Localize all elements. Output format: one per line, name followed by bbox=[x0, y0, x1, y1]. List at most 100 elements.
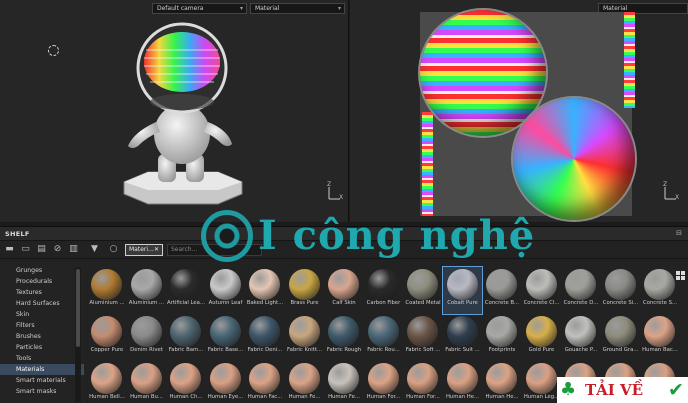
filter-tab-materials[interactable]: Materi... ✕ bbox=[125, 244, 163, 256]
material-label: Fabric Soft ... bbox=[405, 347, 441, 353]
material-tile[interactable]: Human He... bbox=[482, 361, 521, 403]
material-tile[interactable]: Human Bu... bbox=[127, 361, 166, 403]
category-item[interactable]: Particles bbox=[0, 342, 84, 353]
download-badge[interactable]: ♣ TẢI VỀ ✔ bbox=[557, 377, 688, 403]
material-tile[interactable]: Human Bell... bbox=[87, 361, 126, 403]
material-tile[interactable]: Concrete D... bbox=[561, 267, 600, 314]
material-tile[interactable]: Coated Metal bbox=[403, 267, 442, 314]
material-preview-sphere bbox=[525, 269, 557, 300]
close-icon[interactable]: ✕ bbox=[154, 245, 159, 255]
preview-sphere-icon[interactable]: ○ bbox=[108, 244, 119, 255]
viewport-2d[interactable]: Material Z X bbox=[350, 0, 688, 222]
material-tile[interactable]: Fabric Bam... bbox=[166, 314, 205, 361]
category-item[interactable]: Filters bbox=[0, 320, 84, 331]
material-tile[interactable]: Carbon Fiber bbox=[364, 267, 403, 314]
material-tile[interactable]: Human Eye... bbox=[206, 361, 245, 403]
material-tile[interactable]: Fabric Base... bbox=[206, 314, 245, 361]
material-label: Fabric Bam... bbox=[168, 347, 204, 353]
camera-select[interactable]: Default camera ▾ bbox=[152, 3, 247, 14]
hide-icon[interactable]: ⊘ bbox=[52, 244, 63, 255]
material-tile[interactable]: Human Leg... bbox=[522, 361, 561, 403]
material-label: Fabric Knitt... bbox=[287, 347, 322, 353]
material-tile[interactable]: Fabric Soft ... bbox=[403, 314, 442, 361]
material-tile[interactable]: Fabric Suit ... bbox=[443, 314, 482, 361]
brush-cursor-icon bbox=[48, 45, 59, 56]
category-item[interactable]: Materials bbox=[0, 364, 84, 375]
material-tile[interactable]: Human Fac... bbox=[245, 361, 284, 403]
material-label: Concrete Cl... bbox=[523, 300, 560, 306]
material-tile[interactable]: Concrete S... bbox=[640, 267, 679, 314]
channel-select-3d[interactable]: Material ▾ bbox=[250, 3, 345, 14]
material-preview-sphere bbox=[288, 269, 320, 300]
save-icon[interactable]: ▤ bbox=[36, 244, 47, 255]
category-item[interactable]: Smart masks bbox=[0, 386, 84, 397]
material-tile[interactable]: Ground Gra... bbox=[601, 314, 640, 361]
material-tile[interactable]: Concrete Cl... bbox=[522, 267, 561, 314]
material-tile[interactable]: Cobalt Pure bbox=[441, 266, 483, 315]
material-preview-sphere bbox=[525, 316, 557, 347]
material-label: Concrete Si... bbox=[602, 300, 639, 306]
material-label: Denim Rivet bbox=[130, 347, 163, 353]
material-tile[interactable]: Fabric Rou... bbox=[364, 314, 403, 361]
material-preview-sphere bbox=[367, 269, 399, 300]
material-tile[interactable]: Gold Pure bbox=[522, 314, 561, 361]
category-item[interactable]: Tools bbox=[0, 353, 84, 364]
material-preview-sphere bbox=[644, 316, 675, 347]
material-tile[interactable]: Human Bac... bbox=[640, 314, 679, 361]
material-label: Fabric Rou... bbox=[367, 347, 400, 353]
material-tile[interactable]: Brass Pure bbox=[285, 267, 324, 314]
category-item[interactable]: Procedurals bbox=[0, 276, 84, 287]
category-item[interactable]: Smart materials bbox=[0, 375, 84, 386]
material-tile[interactable]: Calf Skin bbox=[324, 267, 363, 314]
category-item[interactable]: Grunges bbox=[0, 265, 84, 276]
folder-icon[interactable]: ▬ bbox=[4, 244, 15, 255]
material-label: Concrete D... bbox=[563, 300, 599, 306]
new-folder-icon[interactable]: ▭ bbox=[20, 244, 31, 255]
material-tile[interactable]: Aluminium ... bbox=[127, 267, 166, 314]
scrollbar-thumb[interactable] bbox=[76, 269, 80, 347]
category-item[interactable]: Hard Surfaces bbox=[0, 298, 84, 309]
texture-strip bbox=[624, 12, 635, 108]
delete-icon[interactable]: ▥ bbox=[68, 244, 79, 255]
material-tile[interactable]: Human Fe... bbox=[285, 361, 324, 403]
material-tile[interactable]: Human Fe... bbox=[324, 361, 363, 403]
material-label: Concrete S... bbox=[643, 300, 677, 306]
material-preview-sphere bbox=[288, 316, 320, 347]
material-label: Copper Pure bbox=[90, 347, 124, 353]
material-tile[interactable]: Autumn Leaf bbox=[206, 267, 245, 314]
chevron-down-icon: ▾ bbox=[337, 5, 341, 12]
material-preview-sphere bbox=[407, 363, 438, 394]
material-preview-sphere bbox=[130, 363, 162, 394]
category-item[interactable]: Textures bbox=[0, 287, 84, 298]
material-tile[interactable]: Copper Pure bbox=[87, 314, 126, 361]
material-label: Baked Light... bbox=[246, 300, 284, 306]
material-tile[interactable]: Human For... bbox=[403, 361, 442, 403]
material-tile[interactable]: Fabric Deni... bbox=[245, 314, 284, 361]
category-scrollbar[interactable] bbox=[75, 267, 81, 402]
material-tile[interactable]: Artificial Lea... bbox=[166, 267, 205, 314]
filter-icon[interactable]: ▼ bbox=[89, 244, 100, 255]
material-preview-sphere bbox=[249, 363, 280, 394]
material-tile[interactable]: Fabric Knitt... bbox=[285, 314, 324, 361]
material-tile[interactable]: Denim Rivet bbox=[127, 314, 166, 361]
material-tile[interactable]: Aluminium ... bbox=[87, 267, 126, 314]
material-tile[interactable]: Human For... bbox=[364, 361, 403, 403]
material-preview-sphere bbox=[604, 316, 636, 347]
material-tile[interactable]: Human He... bbox=[443, 361, 482, 403]
category-item[interactable]: Brushes bbox=[0, 331, 84, 342]
material-tile[interactable]: Gouache P... bbox=[561, 314, 600, 361]
material-tile[interactable]: Concrete B... bbox=[482, 267, 521, 314]
material-tile[interactable]: Baked Light... bbox=[245, 267, 284, 314]
material-tile[interactable]: Footprints bbox=[482, 314, 521, 361]
grid-view-icon[interactable] bbox=[676, 271, 685, 280]
material-label: Human For... bbox=[366, 394, 401, 400]
material-tile[interactable]: Fabric Rough bbox=[324, 314, 363, 361]
gear-logo-icon bbox=[201, 210, 253, 262]
panel-close-icon[interactable]: ⊟ bbox=[676, 229, 682, 237]
material-label: Human Bell... bbox=[89, 394, 125, 400]
material-tile[interactable]: Human Ch... bbox=[166, 361, 205, 403]
material-preview-sphere bbox=[328, 363, 359, 394]
material-tile[interactable]: Concrete Si... bbox=[601, 267, 640, 314]
category-item[interactable]: Skin bbox=[0, 309, 84, 320]
viewport-3d[interactable]: Default camera ▾ Material ▾ Z X bbox=[0, 0, 349, 222]
